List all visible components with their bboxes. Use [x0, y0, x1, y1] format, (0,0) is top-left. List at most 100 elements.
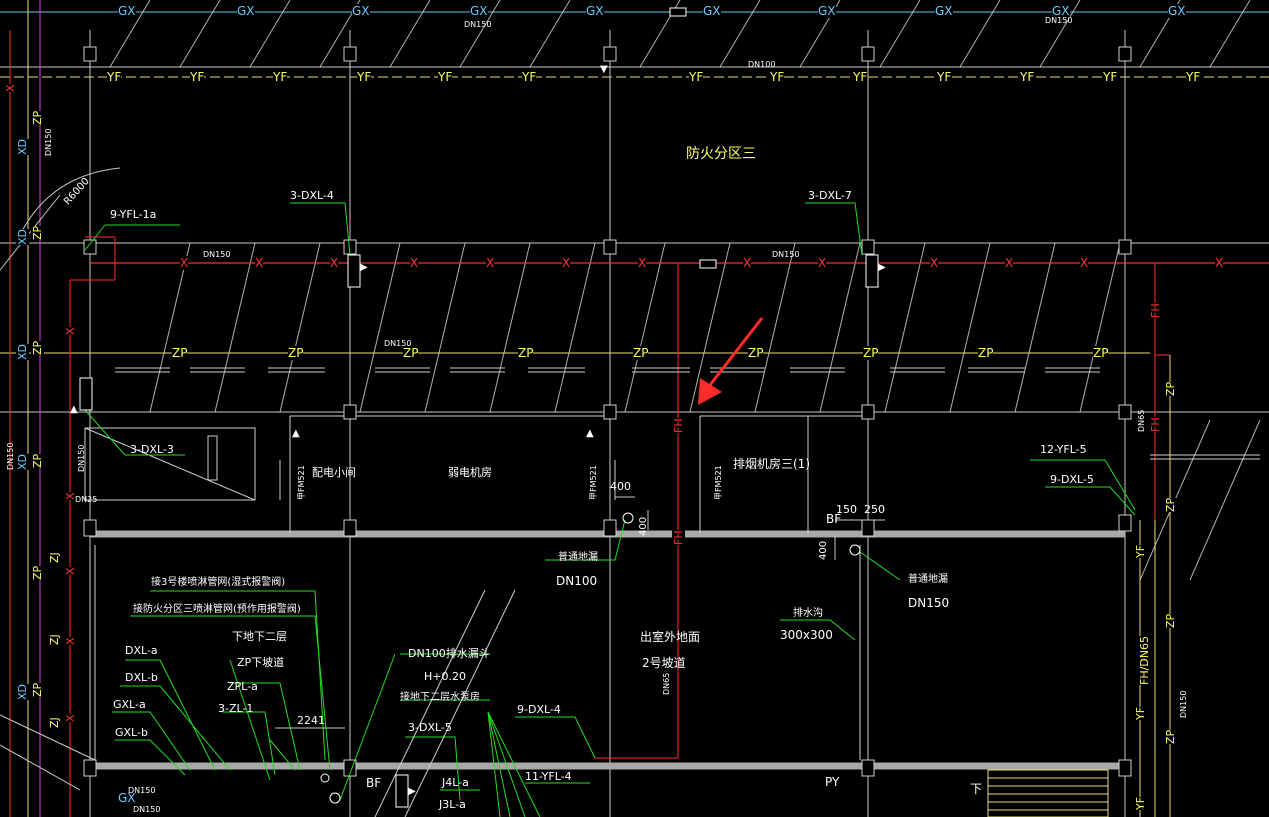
cad-drawing-canvas[interactable]: 防火分区三 GX GX GX GX GX GX GX GX GX GX GX Y… [0, 0, 1269, 817]
pipe-label-x: X [4, 84, 17, 92]
pipe-label-x: X [180, 256, 189, 270]
size-label: DN150 [77, 444, 86, 472]
sprinkler-icon: ▶ [360, 262, 368, 273]
callout-label: 9-DXL-4 [517, 703, 561, 716]
pipe-label-gx: GX [935, 4, 953, 18]
channel-size-note: 300x300 [780, 628, 833, 642]
pipe-label-zp: ZP [518, 346, 534, 360]
pipe-label-gx: GX [237, 4, 255, 18]
callout-label: 3-DXL-7 [808, 189, 852, 202]
pipe-drawing [0, 0, 1269, 817]
sprinkler-icon: ▲ [292, 428, 300, 439]
door-code: 甲FM521 [714, 465, 723, 500]
zone-title: 防火分区三 [686, 146, 756, 162]
pipe-label-zp: ZP [1164, 497, 1177, 512]
down-label: 下 [970, 782, 983, 796]
pipe-label-zp: ZP [1164, 729, 1177, 744]
pipe-label-zp: ZP [1164, 613, 1177, 628]
pipe-label-x: X [330, 256, 339, 270]
pipe-label-yf: YF [273, 70, 288, 84]
pipe-label-zp: ZP [1093, 346, 1109, 360]
pipe-label-x: X [818, 256, 827, 270]
pipe-label-gx: GX [470, 4, 488, 18]
callout-label: 3-ZL-1 [218, 702, 254, 715]
pipe-label-zp: ZP [31, 225, 44, 240]
pipe-label-yf: YF [1134, 544, 1147, 558]
dn100-note: DN100 [556, 574, 598, 588]
pipe-label-xd: XD [16, 228, 29, 245]
pipe-label-yf: YF [1134, 706, 1147, 720]
pipe-label-xd: XD [16, 343, 29, 360]
callout-label: 3-DXL-5 [408, 721, 452, 734]
pipe-label-x: X [64, 714, 77, 722]
pipe-label-yf: YF [1103, 70, 1118, 84]
pipe-label-x: X [64, 327, 77, 335]
callout-label: 3-DXL-3 [130, 443, 174, 456]
pipe-label-zp: ZP [288, 346, 304, 360]
room-label-power: 配电小间 [312, 466, 356, 479]
sprinkler-icon: ▲ [70, 404, 78, 415]
pipe-label-zp: ZP [31, 340, 44, 355]
size-label: DN150 [384, 339, 412, 348]
size-label: DN150 [6, 442, 15, 470]
py-label: PY [825, 775, 840, 789]
pipe-label-x: X [410, 256, 419, 270]
dimension-label: 400 [638, 516, 649, 536]
pipe-label-yf: YF [1186, 70, 1201, 84]
callout-label: 12-YFL-5 [1040, 443, 1087, 456]
size-label: DN65 [662, 672, 671, 695]
pipe-label-gx: GX [1168, 4, 1186, 18]
pipe-label-zp: ZP [31, 453, 44, 468]
pipe-label-x: X [255, 256, 264, 270]
callout-label: DXL-a [125, 644, 158, 657]
pipe-label-zj: ZJ [48, 552, 61, 563]
dimension-label: 2241 [297, 714, 325, 727]
dn150-note: DN150 [908, 596, 950, 610]
pipe-label-x: X [930, 256, 939, 270]
pipe-label-fh: FH [1149, 417, 1162, 432]
outdoor-ground-label: 出室外地面 [640, 630, 701, 644]
pipe-label-gx: GX [703, 4, 721, 18]
dimension-label: 150 [836, 503, 857, 516]
ramp-label: 2号坡道 [642, 656, 686, 670]
pipe-label-yf: YF [853, 70, 868, 84]
pipe-label-xd: XD [16, 453, 29, 470]
zp-ramp-note: ZP下坡道 [237, 656, 285, 669]
size-label: DN100 [748, 60, 776, 69]
dimension-label: 250 [864, 503, 885, 516]
pipe-label-zp: ZP [978, 346, 994, 360]
pipe-label-zp: ZP [31, 565, 44, 580]
pipe-label-x: X [638, 256, 647, 270]
pipe-label-fh: FH [672, 530, 685, 545]
pipe-label-zp: ZP [31, 110, 44, 125]
room-label-smoke: 排烟机房三(1) [733, 457, 810, 471]
pipe-label-xd: XD [16, 683, 29, 700]
sprinkler-icon: ▶ [408, 786, 416, 797]
pipe-label-zj: ZJ [48, 717, 61, 728]
down-level-note: 下地下二层 [232, 630, 287, 643]
sprinkler-icon: ▼ [600, 64, 608, 75]
pipe-label-yf: YF [107, 70, 122, 84]
callout-label: J4L-a [442, 776, 469, 789]
callout-label: 11-YFL-4 [525, 770, 572, 783]
pipe-label-zp: ZP [31, 682, 44, 697]
pipe-label-zp: ZP [1164, 381, 1177, 396]
pipe-label-yf: YF [937, 70, 952, 84]
pipe-label-gx: GX [586, 4, 604, 18]
door-code: 甲FM521 [589, 465, 598, 500]
pipe-label-gx: GX [818, 4, 836, 18]
pipe-label-yf: YF [770, 70, 785, 84]
sprinkler-icon: ▶ [878, 262, 886, 273]
pipe-label-xd: XD [16, 138, 29, 155]
callout-label: 9-DXL-5 [1050, 473, 1094, 486]
size-label: DN150 [464, 20, 492, 29]
funnel-note: DN100排水漏斗 [408, 647, 490, 660]
pipe-label-x: X [1005, 256, 1014, 270]
size-label: DN150 [203, 250, 231, 259]
pipe-label-yf: YF [689, 70, 704, 84]
bf-label: BF [366, 776, 382, 790]
pipe-label-yf: YF [1020, 70, 1035, 84]
pump-room-note: 接地下二层水泵房 [400, 692, 480, 703]
pipe-label-zp: ZP [172, 346, 188, 360]
fh-dn65-label: FH/DN65 [1138, 635, 1151, 685]
